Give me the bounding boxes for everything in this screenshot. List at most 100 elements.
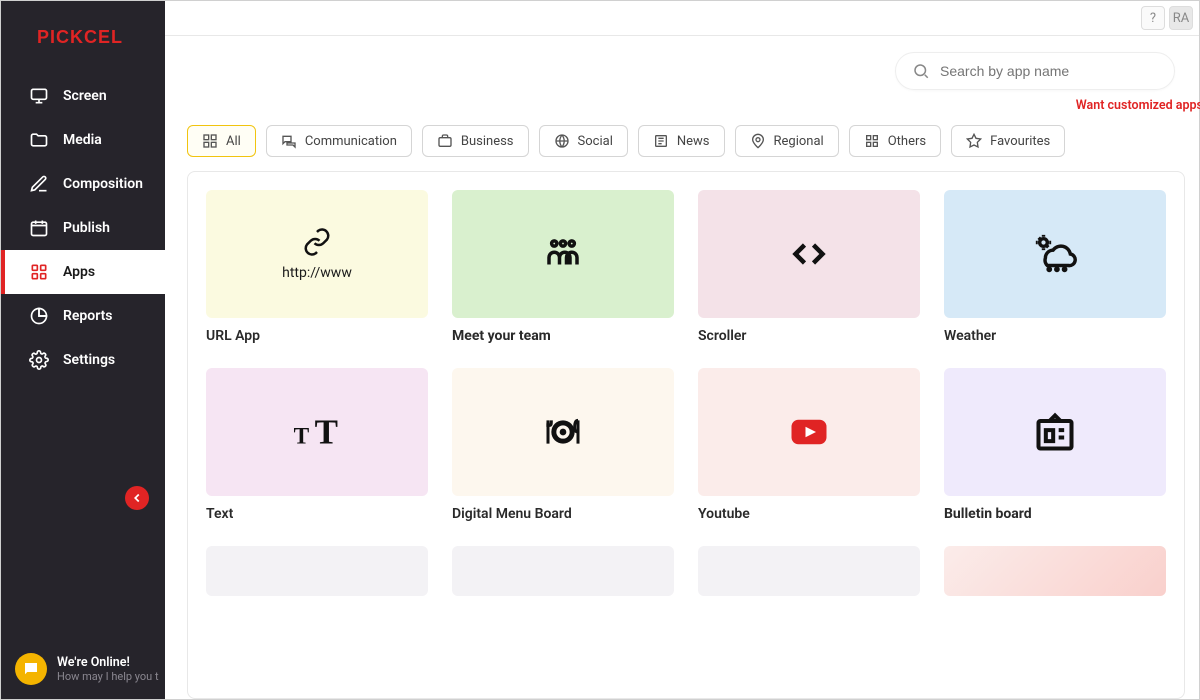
- chip-label: Others: [888, 134, 926, 149]
- app-label: Weather: [944, 328, 1166, 344]
- team-icon: [537, 233, 589, 275]
- pin-icon: [750, 133, 766, 149]
- link-icon: [297, 227, 337, 257]
- code-icon: [783, 236, 835, 272]
- filter-all[interactable]: All: [187, 125, 256, 157]
- weather-icon: [1026, 231, 1084, 277]
- star-icon: [966, 133, 982, 149]
- chat-prompt: How may I help you t: [57, 670, 159, 683]
- app-tile: [452, 368, 674, 496]
- search-icon: [912, 62, 930, 80]
- chip-label: Business: [461, 134, 514, 149]
- app-card-url-app[interactable]: http://www URL App: [206, 190, 428, 344]
- chat-icon: [281, 133, 297, 149]
- app-card-placeholder[interactable]: [944, 546, 1166, 596]
- app-card-digital-menu-board[interactable]: Digital Menu Board: [452, 368, 674, 522]
- app-card-scroller[interactable]: Scroller: [698, 190, 920, 344]
- nav: Screen Media Composition Publish Apps Re…: [1, 74, 165, 382]
- grid-icon: [864, 133, 880, 149]
- nav-label: Apps: [63, 264, 95, 280]
- nav-label: Reports: [63, 308, 113, 324]
- app-tile: [698, 190, 920, 318]
- app-label: Text: [206, 506, 428, 522]
- filter-regional[interactable]: Regional: [735, 125, 839, 157]
- nav-label: Screen: [63, 88, 107, 104]
- app-card-youtube[interactable]: Youtube: [698, 368, 920, 522]
- nav-apps[interactable]: Apps: [1, 250, 165, 294]
- app-label: Bulletin board: [944, 506, 1166, 522]
- globe-icon: [554, 133, 570, 149]
- search-box[interactable]: [895, 52, 1175, 90]
- folder-icon: [29, 130, 49, 150]
- nav-reports[interactable]: Reports: [1, 294, 165, 338]
- chip-label: News: [677, 134, 710, 149]
- apps-icon: [29, 262, 49, 282]
- search-row: [165, 36, 1199, 94]
- edit-icon: [29, 174, 49, 194]
- app-tile: [698, 368, 920, 496]
- chip-label: Communication: [305, 134, 397, 149]
- news-icon: [653, 133, 669, 149]
- nav-media[interactable]: Media: [1, 118, 165, 162]
- topbar: ? RA: [165, 1, 1199, 36]
- menu-board-icon: [535, 412, 591, 452]
- chat-widget[interactable]: We're Online! How may I help you t: [15, 653, 159, 685]
- avatar[interactable]: RA: [1169, 6, 1193, 30]
- nav-label: Composition: [63, 176, 143, 192]
- filter-others[interactable]: Others: [849, 125, 941, 157]
- briefcase-icon: [437, 133, 453, 149]
- chip-label: Social: [578, 134, 613, 149]
- app-card-placeholder[interactable]: [206, 546, 428, 596]
- app-label: Scroller: [698, 328, 920, 344]
- filter-business[interactable]: Business: [422, 125, 529, 157]
- sidebar: PICKCEL Screen Media Composition Publish…: [1, 1, 165, 699]
- nav-settings[interactable]: Settings: [1, 338, 165, 382]
- gear-icon: [29, 350, 49, 370]
- chip-label: Favourites: [990, 134, 1050, 149]
- apps-grid-container: http://www URL App Meet your team Scroll…: [187, 171, 1185, 699]
- svg-text:T: T: [294, 424, 310, 450]
- chat-icon: [15, 653, 47, 685]
- filter-communication[interactable]: Communication: [266, 125, 412, 157]
- app-label: Digital Menu Board: [452, 506, 674, 522]
- app-card-placeholder[interactable]: [698, 546, 920, 596]
- nav-label: Publish: [63, 220, 110, 236]
- app-tile: [944, 368, 1166, 496]
- custom-apps-link[interactable]: Want customized apps: [165, 94, 1200, 119]
- calendar-icon: [29, 218, 49, 238]
- monitor-icon: [29, 86, 49, 106]
- chat-status: We're Online!: [57, 655, 159, 670]
- collapse-sidebar-button[interactable]: [125, 486, 149, 510]
- app-tile: [206, 546, 428, 596]
- apps-grid: http://www URL App Meet your team Scroll…: [206, 190, 1166, 596]
- filter-news[interactable]: News: [638, 125, 725, 157]
- piechart-icon: [29, 306, 49, 326]
- app-tile: TT: [206, 368, 428, 496]
- nav-screen[interactable]: Screen: [1, 74, 165, 118]
- search-input[interactable]: [940, 63, 1158, 79]
- app-tile: [452, 546, 674, 596]
- filter-social[interactable]: Social: [539, 125, 628, 157]
- grid-icon: [202, 133, 218, 149]
- app-card-placeholder[interactable]: [452, 546, 674, 596]
- app-card-meet-your-team[interactable]: Meet your team: [452, 190, 674, 344]
- text-icon: TT: [289, 412, 345, 452]
- filter-row: All Communication Business Social News R…: [165, 119, 1199, 171]
- app-tile: [944, 190, 1166, 318]
- nav-publish[interactable]: Publish: [1, 206, 165, 250]
- app-card-bulletin-board[interactable]: Bulletin board: [944, 368, 1166, 522]
- app-tile: [698, 546, 920, 596]
- youtube-icon: [779, 411, 839, 453]
- nav-composition[interactable]: Composition: [1, 162, 165, 206]
- app-label: URL App: [206, 328, 428, 344]
- svg-text:T: T: [315, 413, 338, 452]
- help-button[interactable]: ?: [1141, 6, 1165, 30]
- app-label: Youtube: [698, 506, 920, 522]
- app-tile: [452, 190, 674, 318]
- filter-favourites[interactable]: Favourites: [951, 125, 1065, 157]
- app-tile: http://www: [206, 190, 428, 318]
- app-card-text[interactable]: TT Text: [206, 368, 428, 522]
- nav-label: Settings: [63, 352, 115, 368]
- app-card-weather[interactable]: Weather: [944, 190, 1166, 344]
- brand-logo: PICKCEL: [1, 1, 165, 74]
